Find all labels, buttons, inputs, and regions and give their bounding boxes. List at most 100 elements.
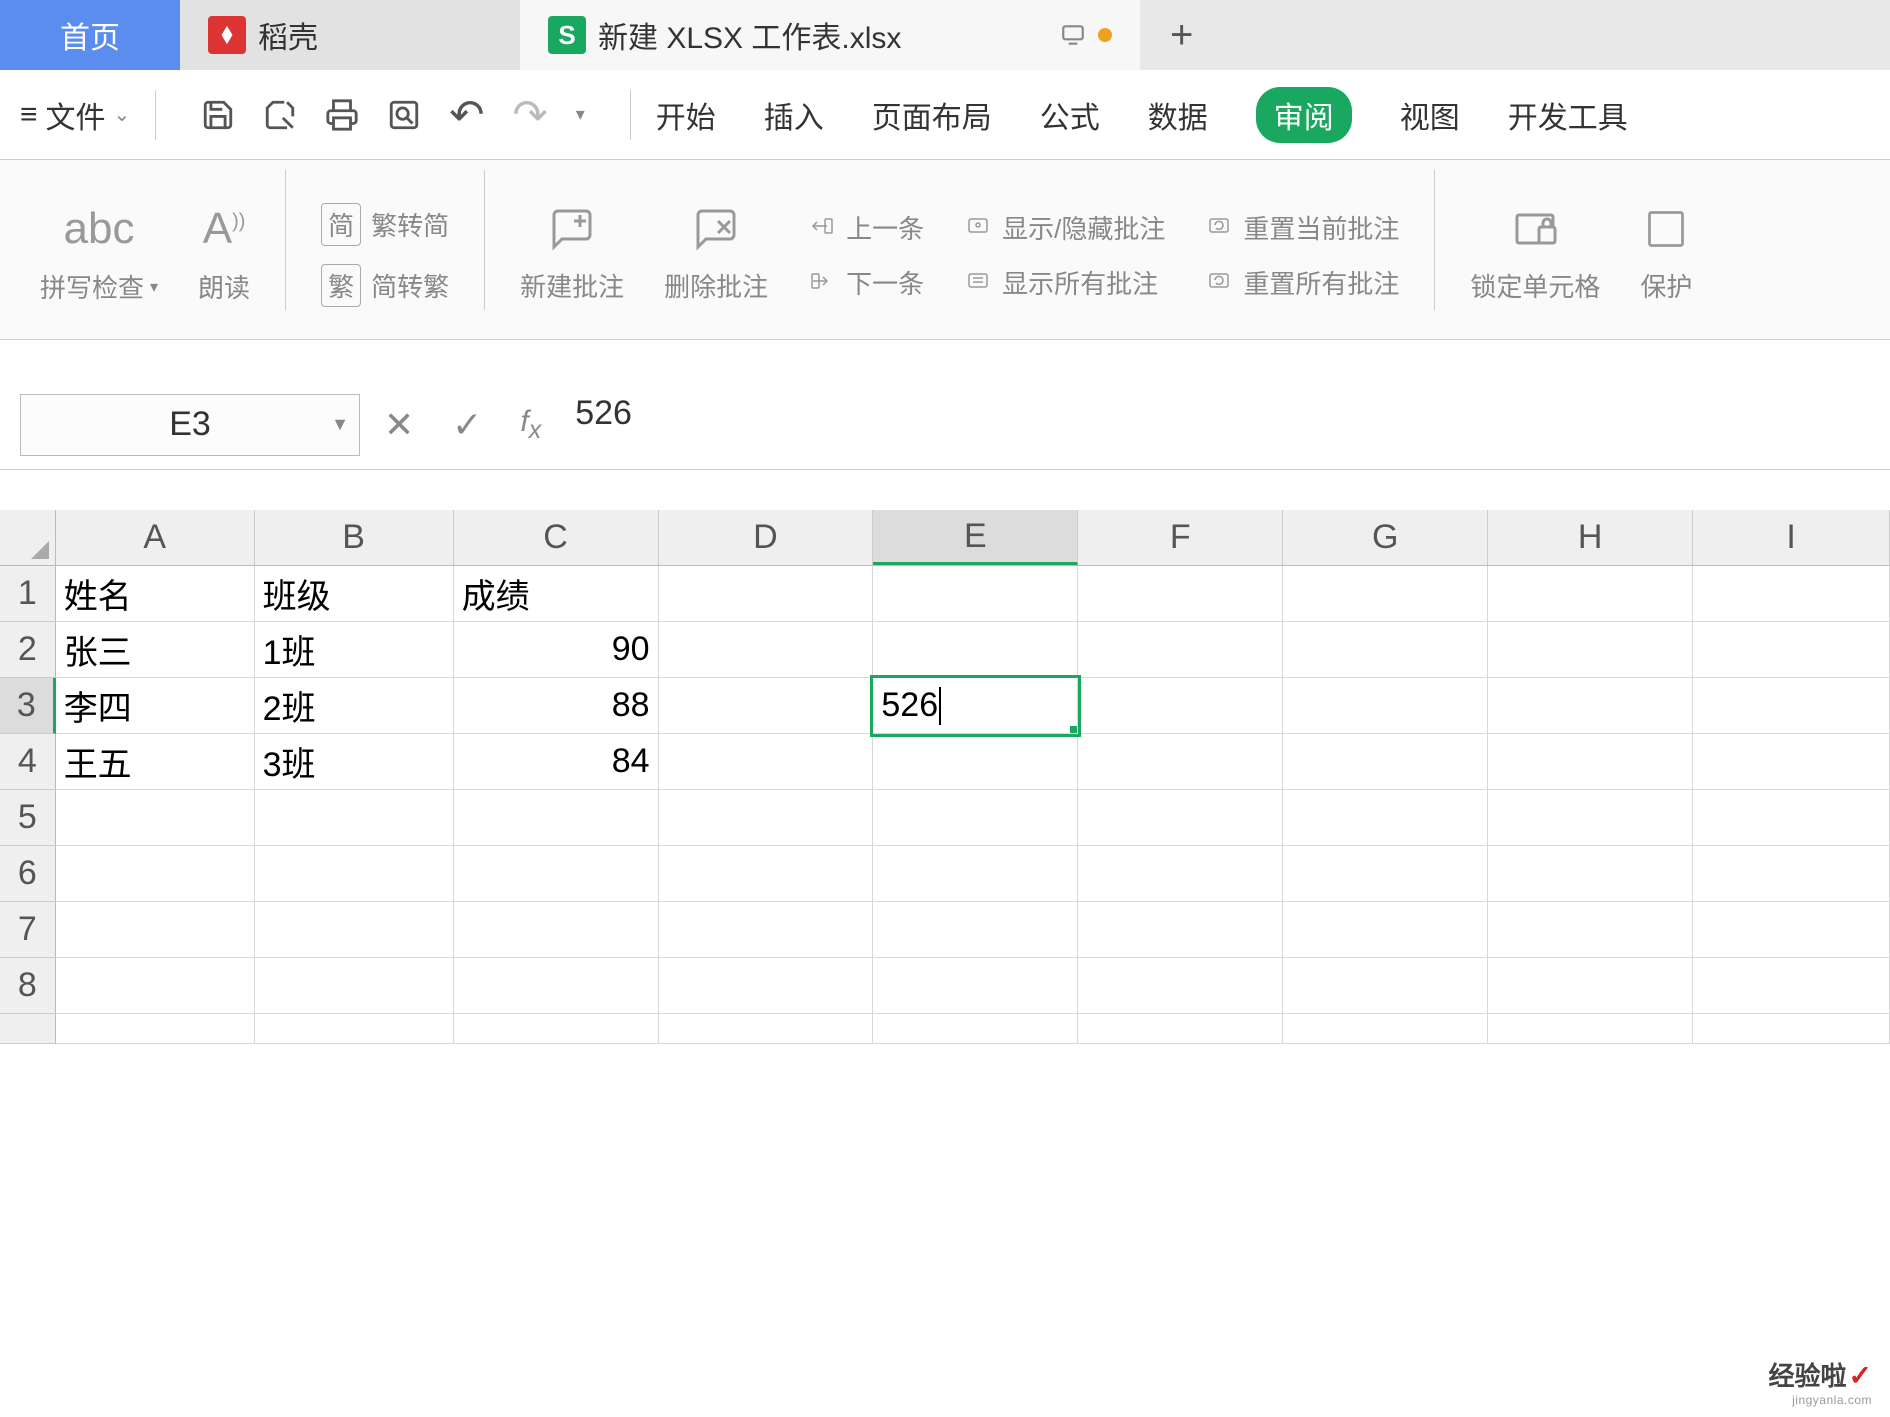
row-header-7[interactable]: 7 [0, 902, 56, 958]
lock-cell-button[interactable]: 锁定单元格 [1450, 170, 1620, 339]
cell-G2[interactable] [1283, 622, 1488, 678]
cell-G4[interactable] [1283, 734, 1488, 790]
redo-button[interactable]: ↷ [512, 90, 547, 139]
cell-I4[interactable] [1693, 734, 1890, 790]
col-header-E[interactable]: E [873, 510, 1078, 565]
cell-I7[interactable] [1693, 902, 1890, 958]
cell-C8[interactable] [454, 958, 659, 1014]
show-all-comments-button[interactable]: 显示所有批注 [964, 264, 1158, 301]
cell-D1[interactable] [659, 566, 874, 622]
select-all-corner[interactable] [0, 510, 56, 565]
cell-B5[interactable] [255, 790, 454, 846]
cell-C9[interactable] [454, 1014, 659, 1044]
cell-D9[interactable] [659, 1014, 874, 1044]
cell-E6[interactable] [873, 846, 1078, 902]
cell-B8[interactable] [255, 958, 454, 1014]
cell-A8[interactable] [56, 958, 255, 1014]
col-header-B[interactable]: B [255, 510, 454, 565]
cell-G9[interactable] [1283, 1014, 1488, 1044]
prev-comment-button[interactable]: 上一条 [808, 209, 924, 246]
cell-E3[interactable]: 526 [873, 678, 1078, 734]
row-header-6[interactable]: 6 [0, 846, 56, 902]
cell-I5[interactable] [1693, 790, 1890, 846]
tab-workbook[interactable]: S 新建 XLSX 工作表.xlsx [520, 0, 1140, 70]
cell-G8[interactable] [1283, 958, 1488, 1014]
tab-insert[interactable]: 插入 [764, 93, 824, 137]
cell-E7[interactable] [873, 902, 1078, 958]
cell-I2[interactable] [1693, 622, 1890, 678]
cell-F3[interactable] [1078, 678, 1283, 734]
row-header-4[interactable]: 4 [0, 734, 56, 790]
cell-A9[interactable] [56, 1014, 255, 1044]
cell-A5[interactable] [56, 790, 255, 846]
cell-D8[interactable] [659, 958, 874, 1014]
cell-A3[interactable]: 李四 [56, 678, 255, 734]
tab-data[interactable]: 数据 [1148, 93, 1208, 137]
cell-B3[interactable]: 2班 [255, 678, 454, 734]
tab-formula[interactable]: 公式 [1040, 93, 1100, 137]
cell-I9[interactable] [1693, 1014, 1890, 1044]
cell-D4[interactable] [659, 734, 874, 790]
cell-B6[interactable] [255, 846, 454, 902]
cell-F2[interactable] [1078, 622, 1283, 678]
cell-I3[interactable] [1693, 678, 1890, 734]
cell-F1[interactable] [1078, 566, 1283, 622]
formula-input[interactable]: 526 [565, 394, 1870, 456]
cell-F8[interactable] [1078, 958, 1283, 1014]
cell-E8[interactable] [873, 958, 1078, 1014]
cell-D5[interactable] [659, 790, 874, 846]
save-as-icon[interactable] [263, 98, 297, 132]
print-preview-icon[interactable] [387, 98, 421, 132]
cell-B1[interactable]: 班级 [255, 566, 454, 622]
cell-C4[interactable]: 84 [454, 734, 659, 790]
tab-dev[interactable]: 开发工具 [1508, 93, 1628, 137]
cell-G7[interactable] [1283, 902, 1488, 958]
reset-current-button[interactable]: 重置当前批注 [1205, 209, 1399, 246]
cell-E1[interactable] [873, 566, 1078, 622]
delete-comment-button[interactable]: 删除批注 [644, 170, 788, 339]
cell-D7[interactable] [659, 902, 874, 958]
next-comment-button[interactable]: 下一条 [808, 264, 924, 301]
cell-G3[interactable] [1283, 678, 1488, 734]
cell-G6[interactable] [1283, 846, 1488, 902]
col-header-F[interactable]: F [1078, 510, 1283, 565]
accept-formula-button[interactable]: ✓ [438, 404, 496, 446]
print-icon[interactable] [325, 98, 359, 132]
cell-D2[interactable] [659, 622, 874, 678]
cell-G5[interactable] [1283, 790, 1488, 846]
cell-C3[interactable]: 88 [454, 678, 659, 734]
cell-I6[interactable] [1693, 846, 1890, 902]
cell-G1[interactable] [1283, 566, 1488, 622]
cell-F5[interactable] [1078, 790, 1283, 846]
row-header-8[interactable]: 8 [0, 958, 56, 1014]
fx-icon[interactable]: fx [506, 405, 555, 445]
chevron-down-icon[interactable]: ▾ [576, 104, 585, 125]
cell-D6[interactable] [659, 846, 874, 902]
spellcheck-button[interactable]: abc 拼写检查▾ [20, 170, 178, 339]
cell-B2[interactable]: 1班 [255, 622, 454, 678]
cell-I8[interactable] [1693, 958, 1890, 1014]
row-header-2[interactable]: 2 [0, 622, 56, 678]
tab-start[interactable]: 开始 [656, 93, 716, 137]
name-box[interactable]: E3 ▼ [20, 394, 360, 456]
cell-H5[interactable] [1488, 790, 1693, 846]
undo-button[interactable]: ↶ [449, 90, 484, 139]
cell-E9[interactable] [873, 1014, 1078, 1044]
tab-view[interactable]: 视图 [1400, 93, 1460, 137]
col-header-C[interactable]: C [454, 510, 659, 565]
col-header-H[interactable]: H [1488, 510, 1693, 565]
cell-A2[interactable]: 张三 [56, 622, 255, 678]
monitor-icon[interactable] [1060, 22, 1086, 48]
tab-layout[interactable]: 页面布局 [872, 93, 992, 137]
row-header-1[interactable]: 1 [0, 566, 56, 622]
new-tab-button[interactable]: + [1170, 13, 1193, 58]
cell-C6[interactable] [454, 846, 659, 902]
cancel-formula-button[interactable]: ✕ [370, 404, 428, 446]
cell-D3[interactable] [659, 678, 874, 734]
chevron-down-icon[interactable]: ▼ [331, 414, 349, 435]
cell-A6[interactable] [56, 846, 255, 902]
cell-E5[interactable] [873, 790, 1078, 846]
cell-C2[interactable]: 90 [454, 622, 659, 678]
cell-E2[interactable] [873, 622, 1078, 678]
cell-H7[interactable] [1488, 902, 1693, 958]
